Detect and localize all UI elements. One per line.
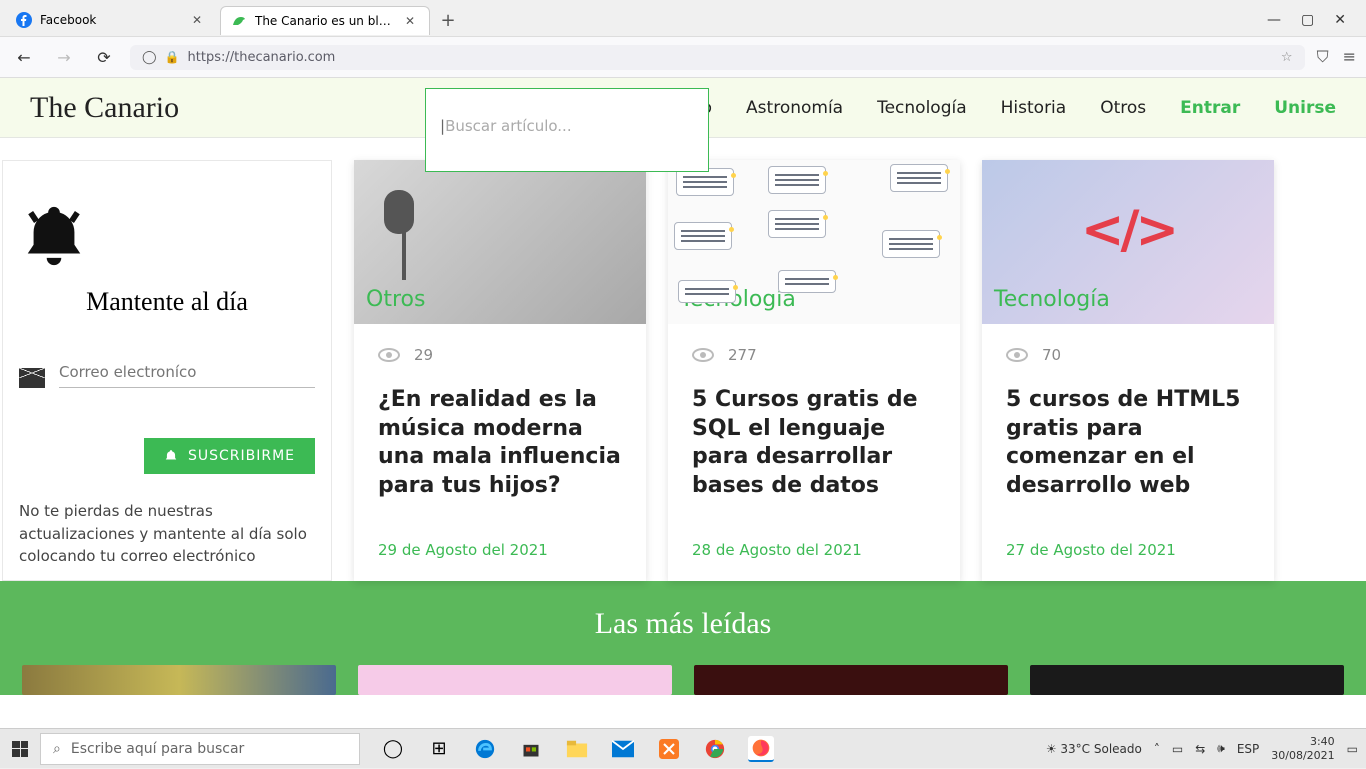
article-card[interactable]: </> Tecnología 70 5 cursos de HTML5 grat… xyxy=(982,160,1274,581)
language-indicator[interactable]: ESP xyxy=(1237,742,1259,756)
taskbar-search-placeholder: Escribe aquí para buscar xyxy=(71,741,244,757)
close-icon[interactable]: ✕ xyxy=(405,14,419,28)
category-label: Otros xyxy=(366,287,425,312)
back-button[interactable]: ← xyxy=(10,43,38,71)
nav-otros[interactable]: Otros xyxy=(1100,98,1146,118)
most-read-card[interactable] xyxy=(1030,665,1344,695)
nav-historia[interactable]: Historia xyxy=(1001,98,1067,118)
edge-icon[interactable] xyxy=(472,736,498,762)
card-image: Otros xyxy=(354,160,646,324)
chrome-icon[interactable] xyxy=(702,736,728,762)
eye-icon xyxy=(1006,348,1028,362)
browser-chrome: Facebook ✕ The Canario es un blog educat… xyxy=(0,0,1366,78)
mail-icon xyxy=(19,368,45,388)
search-dropdown[interactable]: |Buscar artículo... xyxy=(425,88,709,172)
weather-widget[interactable]: ☀ 33°C Soleado xyxy=(1046,742,1142,756)
view-count: 29 xyxy=(414,346,433,364)
facebook-icon xyxy=(16,12,32,28)
volume-icon[interactable]: 🕪 xyxy=(1217,741,1225,756)
article-date: 28 de Agosto del 2021 xyxy=(692,541,936,559)
article-card[interactable]: Otros 29 ¿En realidad es la música moder… xyxy=(354,160,646,581)
nav-astronomia[interactable]: Astronomía xyxy=(746,98,843,118)
explorer-icon[interactable] xyxy=(564,736,590,762)
card-image: Tecnología xyxy=(668,160,960,324)
address-bar[interactable]: ◯ 🔒 https://thecanario.com ☆ xyxy=(130,45,1305,70)
card-image: </> Tecnología xyxy=(982,160,1274,324)
start-button[interactable] xyxy=(0,729,40,769)
sidebar-note: No te pierdas de nuestras actualizacione… xyxy=(19,500,315,568)
windows-taskbar: ⌕ Escribe aquí para buscar ◯ ⊞ ☀ 33°C So… xyxy=(0,728,1366,768)
maximize-button[interactable]: ▢ xyxy=(1301,12,1314,28)
tray-chevron-icon[interactable]: ˄ xyxy=(1154,742,1160,756)
wifi-icon[interactable]: ⇆ xyxy=(1195,742,1205,756)
most-read-section: Las más leídas xyxy=(0,581,1366,695)
eye-icon xyxy=(692,348,714,362)
taskbar-search[interactable]: ⌕ Escribe aquí para buscar xyxy=(40,733,360,765)
article-title: 5 cursos de HTML5 gratis para comenzar e… xyxy=(1006,386,1250,500)
time: 3:40 xyxy=(1271,735,1334,748)
system-tray: ☀ 33°C Soleado ˄ ▭ ⇆ 🕪 ESP 3:40 30/08/20… xyxy=(1046,735,1366,761)
most-read-card[interactable] xyxy=(22,665,336,695)
shield-icon: ◯ xyxy=(142,50,157,65)
close-icon[interactable]: ✕ xyxy=(192,13,206,27)
xampp-icon[interactable] xyxy=(656,736,682,762)
browser-toolbar: ← → ⟳ ◯ 🔒 https://thecanario.com ☆ ⛉ ≡ xyxy=(0,36,1366,78)
article-date: 29 de Agosto del 2021 xyxy=(378,541,622,559)
article-title: ¿En realidad es la música moderna una ma… xyxy=(378,386,622,500)
date: 30/08/2021 xyxy=(1271,749,1334,762)
article-cards: Otros 29 ¿En realidad es la música moder… xyxy=(354,160,1344,581)
bookmark-icon[interactable]: ☆ xyxy=(1281,50,1293,65)
category-label: Tecnología xyxy=(994,287,1110,312)
subscribe-label: SUSCRIBIRME xyxy=(188,448,295,464)
article-date: 27 de Agosto del 2021 xyxy=(1006,541,1250,559)
page-content: The Canario Inicio Astronomía Tecnología… xyxy=(0,78,1366,728)
nav-entrar[interactable]: Entrar xyxy=(1180,98,1240,118)
store-icon[interactable] xyxy=(518,736,544,762)
window-controls: — ▢ ✕ xyxy=(1267,12,1360,28)
eye-icon xyxy=(378,348,400,362)
search-placeholder: Buscar artículo... xyxy=(445,117,572,135)
email-input[interactable] xyxy=(59,357,315,388)
forward-button[interactable]: → xyxy=(50,43,78,71)
nav-unirse[interactable]: Unirse xyxy=(1274,98,1336,118)
battery-icon[interactable]: ▭ xyxy=(1172,742,1183,756)
close-window-button[interactable]: ✕ xyxy=(1334,12,1346,28)
tab-title: Facebook xyxy=(40,13,184,27)
firefox-icon[interactable] xyxy=(748,736,774,762)
most-read-card[interactable] xyxy=(358,665,672,695)
most-read-card[interactable] xyxy=(694,665,1008,695)
subscribe-sidebar: Mantente al día SUSCRIBIRME No te pierda… xyxy=(2,160,332,581)
view-count: 70 xyxy=(1042,346,1061,364)
most-read-heading: Las más leídas xyxy=(0,607,1366,641)
article-card[interactable]: Tecnología 277 5 Cursos gratis de SQL el… xyxy=(668,160,960,581)
menu-icon[interactable]: ≡ xyxy=(1343,47,1356,67)
cortana-icon[interactable]: ◯ xyxy=(380,736,406,762)
subscribe-button[interactable]: SUSCRIBIRME xyxy=(144,438,315,474)
url-text: https://thecanario.com xyxy=(188,50,1273,65)
clock[interactable]: 3:40 30/08/2021 xyxy=(1271,735,1334,761)
view-count: 277 xyxy=(728,346,757,364)
tab-canario[interactable]: The Canario es un blog educati ✕ xyxy=(220,6,430,35)
new-tab-button[interactable]: + xyxy=(434,6,462,34)
mail-icon[interactable] xyxy=(610,736,636,762)
reload-button[interactable]: ⟳ xyxy=(90,43,118,71)
article-title: 5 Cursos gratis de SQL el lenguaje para … xyxy=(692,386,936,500)
lock-icon: 🔒 xyxy=(165,50,180,64)
main-nav: Inicio Astronomía Tecnología Historia Ot… xyxy=(667,98,1336,118)
brand-logo[interactable]: The Canario xyxy=(30,91,179,125)
bell-icon xyxy=(19,201,89,271)
nav-tecnologia[interactable]: Tecnología xyxy=(877,98,967,118)
bell-icon xyxy=(164,449,178,463)
pocket-icon[interactable]: ⛉ xyxy=(1317,47,1329,67)
notifications-icon[interactable]: ▭ xyxy=(1347,742,1358,756)
minimize-button[interactable]: — xyxy=(1267,12,1281,28)
bird-icon xyxy=(231,13,247,29)
tab-strip: Facebook ✕ The Canario es un blog educat… xyxy=(0,0,1366,36)
tab-title: The Canario es un blog educati xyxy=(255,14,397,28)
windows-icon xyxy=(12,741,28,757)
task-view-icon[interactable]: ⊞ xyxy=(426,736,452,762)
tab-facebook[interactable]: Facebook ✕ xyxy=(6,6,216,34)
search-icon: ⌕ xyxy=(53,741,61,757)
sidebar-heading: Mantente al día xyxy=(19,287,315,317)
